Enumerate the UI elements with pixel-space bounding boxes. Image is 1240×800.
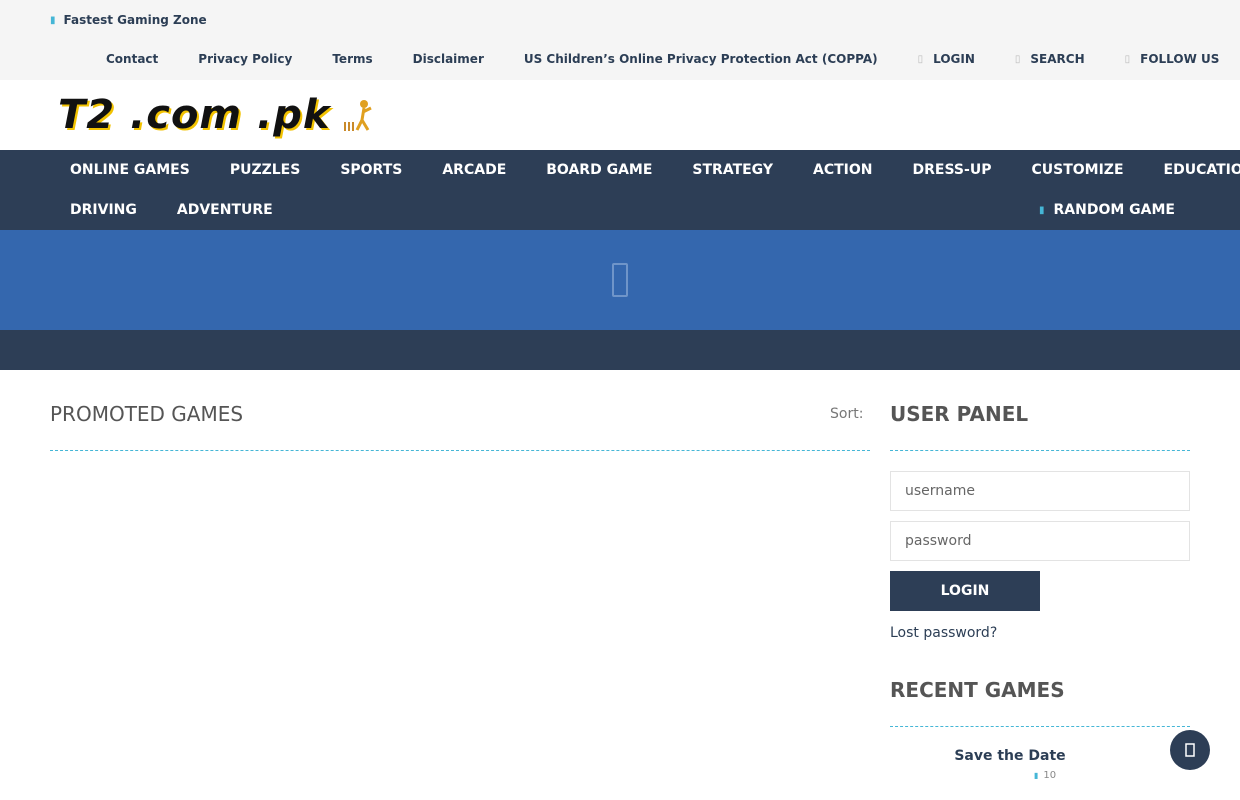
recent-games-divider	[890, 726, 1190, 727]
nav-puzzles[interactable]: PUZZLES	[210, 162, 321, 178]
nav-online-games[interactable]: ONLINE GAMES	[50, 162, 210, 178]
user-panel-title: USER PANEL	[890, 402, 1029, 426]
nav-dress-up[interactable]: DRESS-UP	[893, 162, 1012, 178]
search-icon: ▯	[1014, 53, 1021, 65]
nav-customize[interactable]: CUSTOMIZE	[1011, 162, 1143, 178]
share-icon: ▯	[1124, 53, 1131, 65]
random-game-label: RANDOM GAME	[1053, 202, 1175, 218]
username-input[interactable]	[890, 471, 1190, 511]
nav-action[interactable]: ACTION	[793, 162, 893, 178]
banner	[0, 230, 1240, 330]
recent-games-title: RECENT GAMES	[890, 678, 1065, 702]
contact-link[interactable]: Contact	[106, 52, 158, 66]
login-link-label: LOGIN	[933, 52, 975, 66]
promoted-games-title: PROMOTED GAMES	[50, 402, 244, 426]
lost-password-link[interactable]: Lost password?	[890, 625, 997, 641]
nav-strategy[interactable]: STRATEGY	[672, 162, 793, 178]
random-game-link[interactable]: ▮ RANDOM GAME	[1039, 190, 1175, 230]
password-input[interactable]	[890, 521, 1190, 561]
tagline-text: Fastest Gaming Zone	[63, 13, 207, 27]
recent-game-plays: ▮ 10	[1034, 770, 1056, 781]
shuffle-icon: ▮	[1039, 204, 1045, 216]
site-logo[interactable]: T2 .com .pk	[58, 92, 440, 138]
terms-link[interactable]: Terms	[332, 52, 372, 66]
follow-us-label: FOLLOW US	[1140, 52, 1220, 66]
privacy-policy-link[interactable]: Privacy Policy	[198, 52, 292, 66]
login-button[interactable]: LOGIN	[890, 571, 1040, 611]
follow-us-link[interactable]: ▯ FOLLOW US	[1125, 52, 1220, 66]
search-link[interactable]: ▯ SEARCH	[1015, 52, 1085, 66]
sort-control[interactable]: Sort:	[830, 406, 863, 422]
logo-wordmark: T2 .com .pk	[58, 92, 331, 138]
cricket-icon	[344, 100, 373, 131]
nav-row-2: DRIVING ADVENTURE	[50, 190, 293, 230]
sub-bar	[0, 330, 1240, 370]
user-panel-divider	[890, 450, 1190, 451]
recent-game-plays-value: 10	[1043, 770, 1057, 781]
promoted-divider	[50, 450, 870, 451]
top-links: Contact Privacy Policy Terms Disclaimer …	[86, 49, 1239, 69]
nav-arcade[interactable]: ARCADE	[422, 162, 526, 178]
search-link-label: SEARCH	[1030, 52, 1085, 66]
banner-placeholder-icon	[612, 263, 628, 297]
nav-row-1: ONLINE GAMES PUZZLES SPORTS ARCADE BOARD…	[50, 150, 1240, 190]
nav-sports[interactable]: SPORTS	[320, 162, 422, 178]
main-nav: ONLINE GAMES PUZZLES SPORTS ARCADE BOARD…	[0, 150, 1240, 230]
gamepad-icon: ▮	[50, 14, 56, 26]
arrow-up-icon	[1185, 743, 1195, 757]
nav-education[interactable]: EDUCATION	[1144, 162, 1240, 178]
login-link[interactable]: ▯ LOGIN	[918, 52, 975, 66]
nav-board-game[interactable]: BOARD GAME	[526, 162, 672, 178]
tagline: ▮ Fastest Gaming Zone	[50, 10, 207, 30]
recent-game-title[interactable]: Save the Date	[890, 748, 1130, 764]
disclaimer-link[interactable]: Disclaimer	[413, 52, 484, 66]
nav-driving[interactable]: DRIVING	[50, 202, 157, 218]
back-to-top-button[interactable]	[1170, 730, 1210, 770]
coppa-link[interactable]: US Children’s Online Privacy Protection …	[524, 52, 878, 66]
nav-adventure[interactable]: ADVENTURE	[157, 202, 293, 218]
play-count-icon: ▮	[1034, 771, 1039, 780]
user-icon: ▯	[917, 53, 924, 65]
